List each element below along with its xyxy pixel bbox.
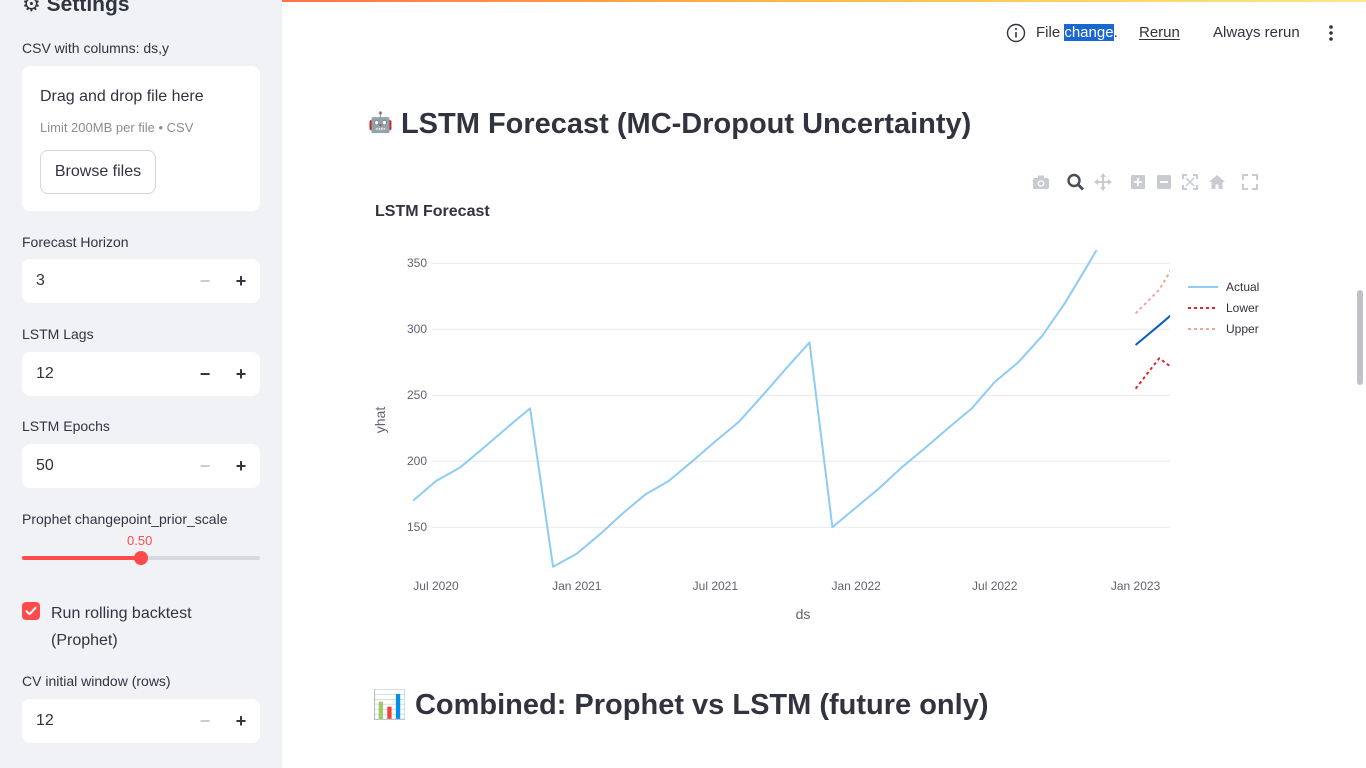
chart-title: LSTM Forecast	[375, 203, 490, 220]
series-line-lower	[1134, 357, 1170, 390]
y-tick-label: 200	[407, 454, 427, 468]
zoom-icon[interactable]	[1065, 172, 1087, 192]
lstm-section-title: 🤖 LSTM Forecast (MC-Dropout Uncertainty)	[368, 108, 971, 141]
lstm-title-text: LSTM Forecast (MC-Dropout Uncertainty)	[400, 108, 972, 140]
file-change-notice: File change.	[1036, 24, 1118, 46]
autoscale-icon[interactable]	[1180, 172, 1200, 192]
always-rerun-label: Always rerun	[1213, 24, 1300, 41]
combined-title-text: Combined: Prophet vs LSTM (future only)	[414, 689, 989, 721]
forecast-horizon-input[interactable]: 3 − +	[22, 259, 260, 303]
backtest-label[interactable]: Run rolling backtest (Prophet)	[51, 600, 251, 654]
dropzone-title: Drag and drop file here	[40, 88, 204, 105]
x-tick-label: Jul 2020	[413, 579, 459, 593]
slider-value: 0.50	[127, 533, 153, 548]
lstm-lags-input[interactable]: 12 − +	[22, 352, 260, 396]
legend-label: Actual	[1226, 280, 1259, 294]
more-options-icon[interactable]	[1325, 24, 1337, 42]
zoom-in-icon[interactable]	[1128, 172, 1148, 192]
lstm-forecast-chart: LSTM Forecast 150 200 250 300 350 Jul 2020 Ja…	[372, 203, 1259, 622]
increment-icon[interactable]: +	[229, 709, 253, 733]
combined-section-title: 📊 Combined: Prophet vs LSTM (future only…	[372, 688, 988, 722]
x-axis-label: ds	[796, 606, 811, 622]
fullscreen-icon[interactable]	[1240, 172, 1260, 192]
y-tick-label: 350	[407, 256, 427, 270]
legend-label: Upper	[1226, 322, 1259, 336]
file-dropzone[interactable]: Drag and drop file here Limit 200MB per …	[22, 66, 260, 211]
forecast-horizon-label: Forecast Horizon	[22, 234, 129, 250]
browse-files-button[interactable]: Browse files	[40, 150, 156, 194]
lstm-epochs-label: LSTM Epochs	[22, 418, 110, 434]
rerun-button[interactable]: Rerun	[1139, 24, 1180, 46]
increment-icon[interactable]: +	[229, 362, 253, 386]
x-tick-label: Jan 2021	[552, 579, 602, 593]
decrement-icon[interactable]: −	[193, 362, 217, 386]
cv-window-value[interactable]: 12	[36, 712, 54, 730]
forecast-horizon-value[interactable]: 3	[36, 272, 45, 290]
lstm-lags-value[interactable]: 12	[36, 365, 54, 383]
changepoint-slider[interactable]	[22, 551, 260, 565]
camera-icon[interactable]	[1030, 172, 1052, 192]
increment-icon[interactable]: +	[229, 269, 253, 293]
sidebar-title: ⚙ Settings	[22, 0, 130, 16]
cv-window-label: CV initial window (rows)	[22, 673, 171, 689]
zoom-out-icon[interactable]	[1154, 172, 1174, 192]
rerun-label: Rerun	[1139, 24, 1180, 41]
lstm-epochs-input[interactable]: 50 − +	[22, 444, 260, 488]
main-scrollbar[interactable]	[1357, 290, 1363, 385]
x-tick-label: Jan 2022	[831, 579, 881, 593]
slider-fill	[22, 556, 141, 560]
backtest-checkbox[interactable]	[22, 602, 40, 620]
y-tick-label: 250	[407, 388, 427, 402]
info-icon	[1006, 23, 1026, 43]
y-tick-label: 300	[407, 322, 427, 336]
changepoint-label: Prophet changepoint_prior_scale	[22, 511, 228, 527]
csv-label: CSV with columns: ds,y	[22, 40, 170, 56]
series-line-forecast	[1134, 314, 1170, 346]
home-icon[interactable]	[1207, 172, 1227, 192]
x-tick-label: Jul 2021	[693, 579, 739, 593]
dropzone-subtitle: Limit 200MB per file • CSV	[40, 120, 194, 135]
lstm-lags-label: LSTM Lags	[22, 326, 94, 342]
x-tick-label: Jul 2022	[972, 579, 1018, 593]
chart-x-ticks: Jul 2020 Jan 2021 Jul 2021 Jan 2022 Jul 2022…	[413, 579, 1160, 593]
bar-chart-icon: 📊	[372, 689, 407, 720]
file-highlight: change	[1064, 24, 1114, 41]
decrement-icon[interactable]: −	[193, 454, 217, 478]
increment-icon[interactable]: +	[229, 454, 253, 478]
file-suffix: .	[1113, 24, 1118, 41]
x-tick-label: Jan 2023	[1111, 579, 1161, 593]
chart-gridlines	[432, 262, 1170, 528]
chart-legend[interactable]: Actual Lower Upper	[1188, 280, 1259, 336]
y-tick-label: 150	[407, 520, 427, 534]
lstm-epochs-value[interactable]: 50	[36, 457, 54, 475]
check-icon	[25, 606, 37, 616]
robot-icon: 🤖	[368, 112, 393, 134]
pan-icon[interactable]	[1092, 172, 1114, 192]
slider-thumb[interactable]	[134, 551, 148, 565]
y-axis-label: yhat	[372, 407, 388, 434]
legend-label: Lower	[1226, 301, 1259, 315]
decrement-icon[interactable]: −	[193, 709, 217, 733]
sidebar: ⚙ Settings CSV with columns: ds,y Drag a…	[0, 0, 282, 768]
always-rerun-button[interactable]: Always rerun	[1213, 24, 1300, 46]
cv-window-input[interactable]: 12 − +	[22, 699, 260, 743]
decrement-icon[interactable]: −	[193, 269, 217, 293]
file-prefix: File	[1036, 24, 1065, 41]
chart-y-ticks: 150 200 250 300 350	[407, 256, 427, 534]
